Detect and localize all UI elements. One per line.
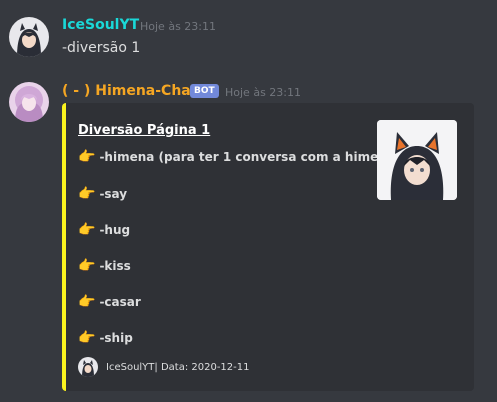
footer-text: IceSoulYT| Data: 2020-12-11 <box>106 361 250 373</box>
pointing-hand-icon: 👉 <box>78 330 96 346</box>
embed-command-item: 👉 -hug <box>78 223 130 237</box>
embed-command-item: 👉 -himena (para ter 1 conversa com a him… <box>78 150 400 164</box>
bot-avatar[interactable] <box>9 82 49 122</box>
embed-command-item: 👉 -kiss <box>78 259 131 273</box>
dark-hooded-avatar-icon <box>9 17 49 57</box>
command-label: -hug <box>99 223 131 237</box>
pointing-hand-icon: 👉 <box>78 258 96 274</box>
embed-command-item: 👉 -ship <box>78 331 133 345</box>
message-author[interactable]: ( - ) Himena-Chan <box>62 83 201 99</box>
bot-badge: BOT <box>190 84 219 98</box>
command-label: -himena (para ter 1 conversa com a himen… <box>99 150 401 164</box>
embed-command-item: 👉 -casar <box>78 295 141 309</box>
message-timestamp: Hoje às 23:11 <box>225 86 301 99</box>
embed-title: Diversão Página 1 <box>78 123 211 138</box>
message-content: -diversão 1 <box>62 40 141 56</box>
pointing-hand-icon: 👉 <box>78 222 96 238</box>
pink-anime-avatar-icon <box>9 82 49 122</box>
command-label: -kiss <box>99 259 131 273</box>
pointing-hand-icon: 👉 <box>78 186 96 202</box>
pointing-hand-icon: 👉 <box>78 149 96 165</box>
command-label: -say <box>99 187 128 201</box>
user-avatar[interactable] <box>9 17 49 57</box>
embed-command-item: 👉 -say <box>78 187 127 201</box>
embed-footer: IceSoulYT| Data: 2020-12-11 <box>78 357 250 377</box>
message-timestamp: Hoje às 23:11 <box>140 20 216 33</box>
footer-avatar-icon <box>78 357 98 377</box>
command-label: -ship <box>99 331 133 345</box>
message-embed: Diversão Página 1 👉 -himena (para ter 1 … <box>62 103 474 391</box>
cat-hood-character-icon <box>377 120 457 200</box>
command-label: -casar <box>99 295 141 309</box>
embed-thumbnail[interactable] <box>377 120 457 200</box>
message-author[interactable]: IceSoulYT <box>62 17 139 33</box>
embed-color-bar <box>62 103 66 391</box>
pointing-hand-icon: 👉 <box>78 294 96 310</box>
